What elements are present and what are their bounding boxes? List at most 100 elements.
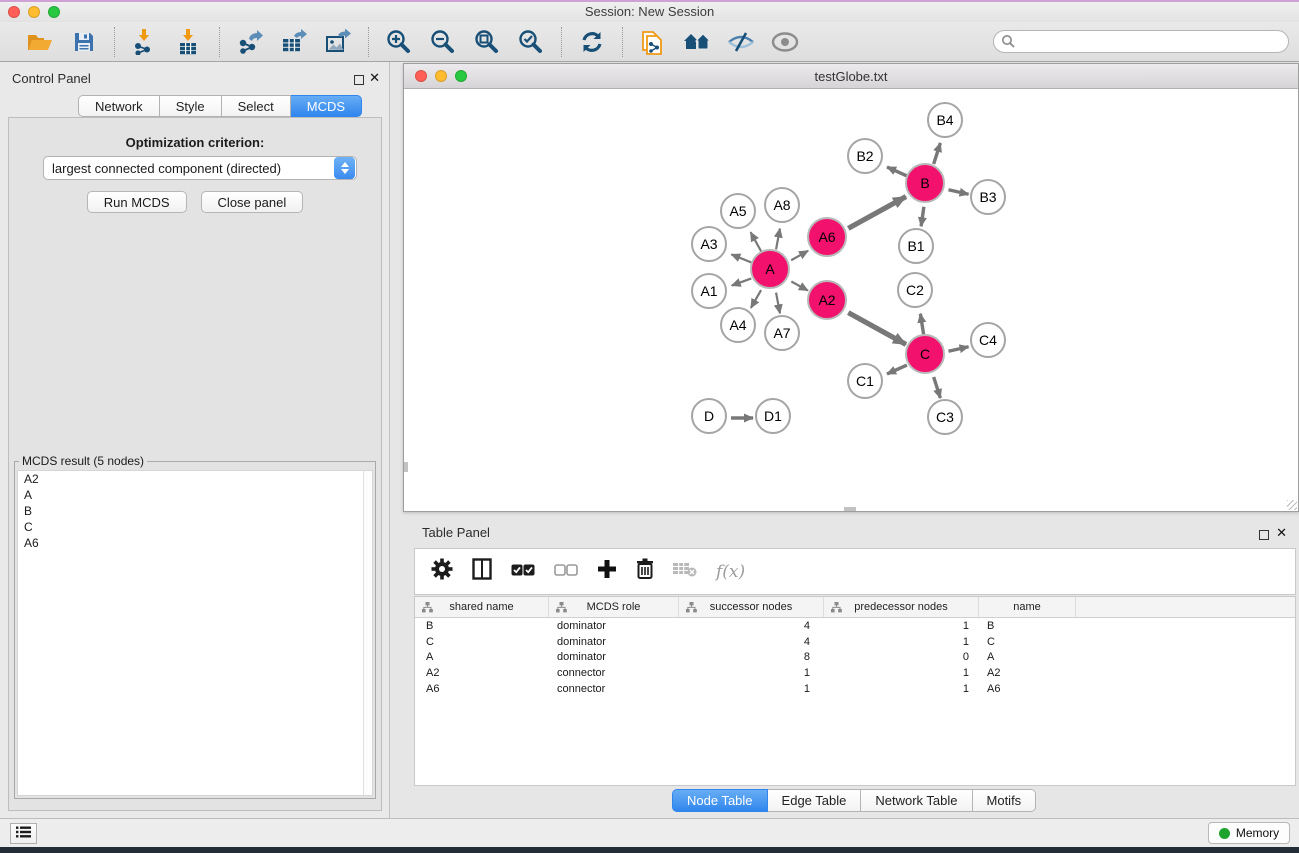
graph-node-B4[interactable]: B4	[927, 102, 963, 138]
graph-node-C2[interactable]: C2	[897, 272, 933, 308]
graph-edge-A-A3[interactable]	[731, 254, 751, 262]
tab-network-table[interactable]: Network Table	[861, 789, 972, 812]
tab-motifs[interactable]: Motifs	[973, 789, 1037, 812]
select-all-icon[interactable]	[511, 563, 535, 581]
list-item[interactable]: A2	[18, 471, 372, 487]
list-item[interactable]: A	[18, 487, 372, 503]
graph-edge-C-C3[interactable]	[934, 377, 941, 398]
column-header-mcds-role[interactable]: MCDS role	[549, 597, 679, 617]
open-session-icon[interactable]	[24, 26, 56, 58]
table-row[interactable]: A6connector 11 A6	[415, 681, 1295, 697]
zoom-out-icon[interactable]	[427, 26, 459, 58]
graph-node-C3[interactable]: C3	[927, 399, 963, 435]
graph-node-B[interactable]: B	[905, 163, 945, 203]
graph-edge-C-C1[interactable]	[887, 365, 907, 374]
graph-node-A4[interactable]: A4	[720, 307, 756, 343]
refresh-layout-icon[interactable]	[576, 26, 608, 58]
graph-edge-B-B3[interactable]	[948, 190, 968, 194]
graph-node-C1[interactable]: C1	[847, 363, 883, 399]
columns-icon[interactable]	[472, 558, 492, 585]
graph-edge-A-A1[interactable]	[732, 278, 752, 285]
zoom-window-icon[interactable]	[48, 6, 60, 18]
column-header-name[interactable]: name	[979, 597, 1076, 617]
tab-node-table[interactable]: Node Table	[672, 789, 768, 812]
graph-node-A[interactable]: A	[750, 249, 790, 289]
optimization-criterion-dropdown[interactable]: largest connected component (directed)	[43, 156, 357, 180]
graph-edge-A-A2[interactable]	[791, 282, 808, 291]
minimize-window-icon[interactable]	[28, 6, 40, 18]
column-header-shared-name[interactable]: shared name	[415, 597, 549, 617]
tab-style[interactable]: Style	[160, 95, 222, 117]
graph-node-B2[interactable]: B2	[847, 138, 883, 174]
graph-node-D[interactable]: D	[691, 398, 727, 434]
close-panel-button[interactable]: Close panel	[201, 191, 304, 213]
import-network-icon[interactable]	[129, 26, 161, 58]
show-details-icon[interactable]	[769, 26, 801, 58]
list-item[interactable]: B	[18, 503, 372, 519]
graph-edge-B-B1[interactable]	[921, 207, 924, 226]
column-header-predecessor-nodes[interactable]: predecessor nodes	[824, 597, 979, 617]
tab-network[interactable]: Network	[78, 95, 160, 117]
graph-node-C[interactable]: C	[905, 334, 945, 374]
delete-icon[interactable]	[636, 558, 654, 585]
list-item[interactable]: C	[18, 519, 372, 535]
add-column-icon[interactable]	[597, 559, 617, 584]
graph-node-C4[interactable]: C4	[970, 322, 1006, 358]
column-header-successor-nodes[interactable]: successor nodes	[679, 597, 824, 617]
close-window-icon[interactable]	[8, 6, 20, 18]
graph-edge-A-A7[interactable]	[776, 293, 780, 314]
list-item[interactable]: A6	[18, 535, 372, 551]
graph-edge-C-C4[interactable]	[948, 347, 968, 351]
graph-edge-A6-B[interactable]	[848, 197, 906, 229]
memory-button[interactable]: Memory	[1208, 822, 1290, 844]
zoom-network-icon[interactable]	[455, 70, 467, 82]
scrollbar-track[interactable]	[363, 471, 372, 795]
graph-edge-B-B4[interactable]	[934, 143, 941, 164]
search-input[interactable]	[993, 30, 1289, 53]
graph-node-A6[interactable]: A6	[807, 217, 847, 257]
minimize-network-icon[interactable]	[435, 70, 447, 82]
save-session-icon[interactable]	[68, 26, 100, 58]
graph-node-A3[interactable]: A3	[691, 226, 727, 262]
run-mcds-button[interactable]: Run MCDS	[87, 191, 187, 213]
graph-node-A5[interactable]: A5	[720, 193, 756, 229]
table-row[interactable]: A2connector 11 A2	[415, 665, 1295, 681]
mcds-result-list[interactable]: A2 A B C A6	[17, 470, 373, 796]
graph-node-A2[interactable]: A2	[807, 280, 847, 320]
table-row[interactable]: Bdominator 41 B	[415, 618, 1295, 634]
graph-edge-A-A5[interactable]	[751, 232, 762, 251]
graph-node-D1[interactable]: D1	[755, 398, 791, 434]
float-table-panel-icon[interactable]	[1259, 527, 1269, 545]
import-table-icon[interactable]	[173, 26, 205, 58]
graph-node-B3[interactable]: B3	[970, 179, 1006, 215]
zoom-selected-icon[interactable]	[515, 26, 547, 58]
delete-table-icon[interactable]	[673, 561, 697, 582]
graph-edge-B-B2[interactable]	[887, 167, 907, 176]
function-builder-icon[interactable]: f(x)	[716, 562, 745, 582]
table-row[interactable]: Adominator 80 A	[415, 650, 1295, 666]
network-canvas[interactable]: AA1A2A3A4A5A6A7A8BB1B2B3B4CC1C2C3C4DD1	[404, 89, 1298, 511]
hide-details-icon[interactable]	[725, 26, 757, 58]
graph-node-B1[interactable]: B1	[898, 228, 934, 264]
zoom-fit-icon[interactable]	[471, 26, 503, 58]
graph-edge-A-A4[interactable]	[751, 290, 761, 308]
export-image-icon[interactable]	[322, 26, 354, 58]
export-network-icon[interactable]	[234, 26, 266, 58]
graph-node-A7[interactable]: A7	[764, 315, 800, 351]
tab-mcds[interactable]: MCDS	[291, 95, 362, 117]
tab-select[interactable]: Select	[222, 95, 291, 117]
deselect-all-icon[interactable]	[554, 563, 578, 581]
graph-edge-C-C2[interactable]	[920, 314, 923, 335]
graph-edge-A2-C[interactable]	[848, 313, 906, 345]
gear-icon[interactable]	[431, 558, 453, 585]
close-panel-icon[interactable]: ✕	[369, 73, 380, 83]
close-table-panel-icon[interactable]: ✕	[1276, 528, 1287, 538]
resize-grip-icon[interactable]	[1287, 500, 1297, 510]
show-panels-button[interactable]	[10, 823, 37, 844]
table-row[interactable]: Cdominator 41 C	[415, 634, 1295, 650]
graph-edge-A-A6[interactable]	[791, 251, 808, 260]
homes-icon[interactable]	[681, 26, 713, 58]
graph-edge-A-A8[interactable]	[776, 229, 780, 250]
float-panel-icon[interactable]	[354, 72, 364, 90]
graph-node-A8[interactable]: A8	[764, 187, 800, 223]
